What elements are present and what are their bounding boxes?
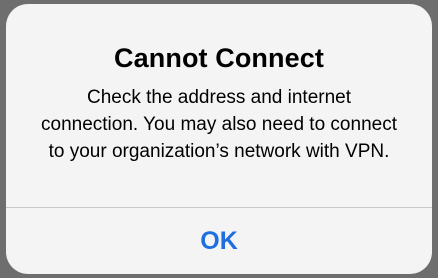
alert-content: Cannot Connect Check the address and int…	[6, 4, 432, 208]
alert-dialog: Cannot Connect Check the address and int…	[6, 4, 432, 274]
ok-button[interactable]: OK	[6, 208, 432, 274]
ok-button-label: OK	[200, 226, 238, 255]
alert-title: Cannot Connect	[114, 43, 324, 73]
alert-message: Check the address and internet connectio…	[41, 87, 397, 162]
